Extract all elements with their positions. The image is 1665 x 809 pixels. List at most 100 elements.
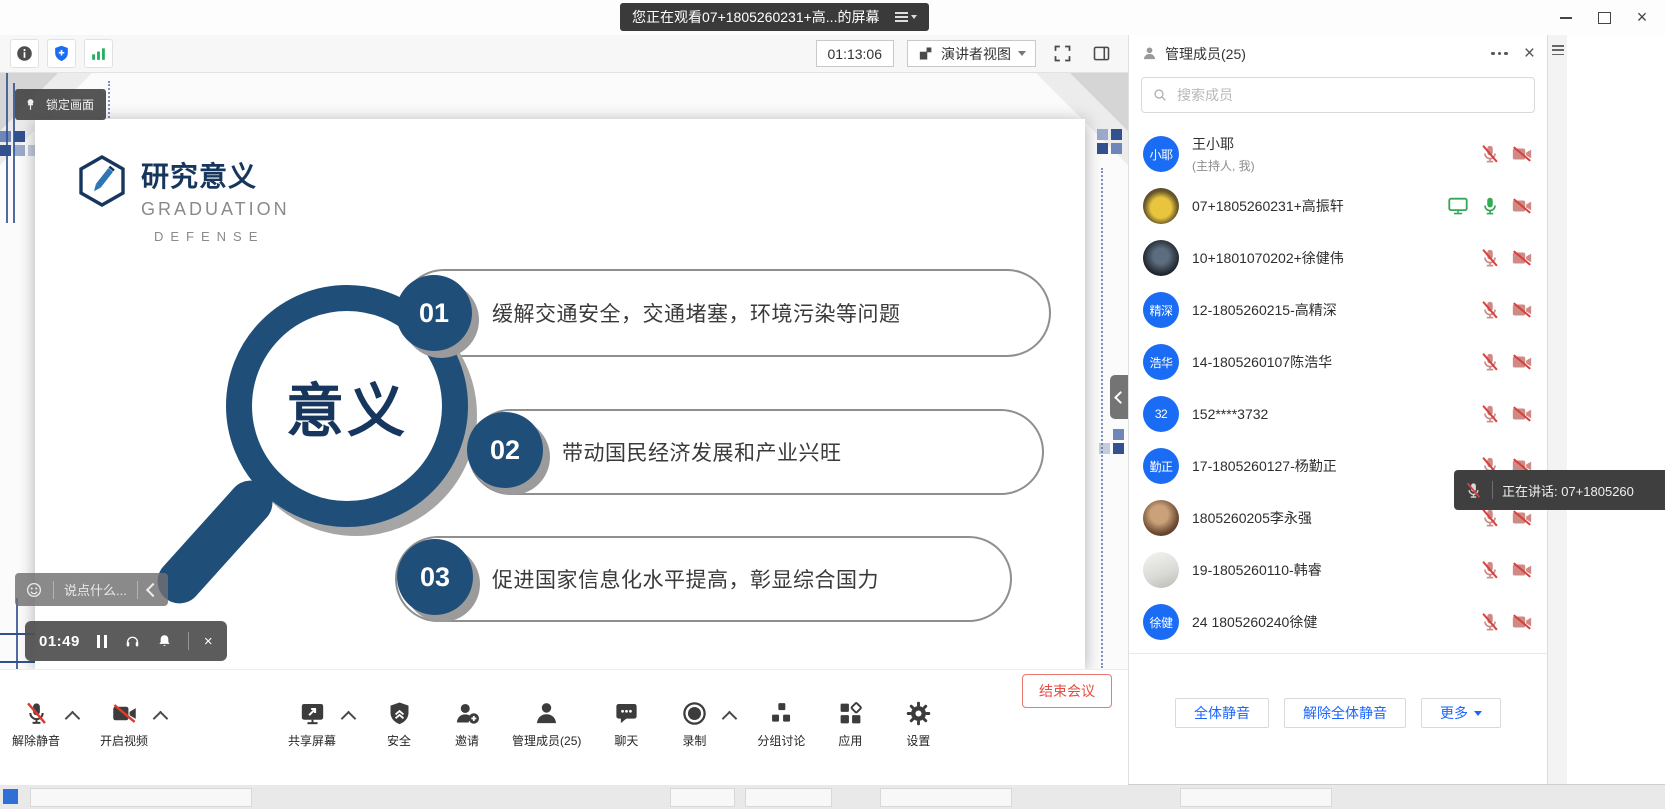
- slide-point-text: 缓解交通安全，交通堵塞，环境污染等问题: [492, 298, 901, 328]
- toolbar-item-cam-muted-dark[interactable]: 开启视频: [100, 700, 166, 749]
- mic-muted-icon: [1464, 481, 1483, 500]
- more-button[interactable]: 更多: [1421, 698, 1501, 728]
- mic-muted-icon[interactable]: [1479, 351, 1501, 373]
- screen-on-icon[interactable]: [1447, 195, 1469, 217]
- member-row[interactable]: 浩华14-1805260107陈浩华: [1129, 336, 1547, 388]
- member-name: 14-1805260107陈浩华: [1192, 352, 1479, 372]
- member-row[interactable]: 19-1805260110-韩睿: [1129, 544, 1547, 596]
- member-row[interactable]: 32152****3732: [1129, 388, 1547, 440]
- members-panel-icon: [1141, 45, 1158, 62]
- toolbar-item-chat[interactable]: 聊天: [603, 700, 649, 749]
- cam-muted-icon[interactable]: [1511, 507, 1533, 529]
- mic-muted-icon[interactable]: [1479, 611, 1501, 633]
- member-row[interactable]: 小耶王小耶(主持人, 我): [1129, 128, 1547, 180]
- member-row[interactable]: 10+1801070202+徐健伟: [1129, 232, 1547, 284]
- pause-recording-icon[interactable]: [95, 635, 109, 648]
- cam-muted-icon[interactable]: [1511, 299, 1533, 321]
- shield-icon: [386, 700, 413, 727]
- mute-all-button[interactable]: 全体静音: [1175, 698, 1269, 728]
- slide-subtitle-2: DEFENSE: [154, 229, 290, 244]
- minimize-button[interactable]: [1547, 0, 1585, 35]
- fullscreen-icon[interactable]: [1049, 41, 1075, 67]
- mic-muted-icon[interactable]: [1479, 507, 1501, 529]
- bottom-action-bar: 解除静音开启视频 共享屏幕安全邀请管理成员(25) 聊天录制 分组讨论应用设置 结束会…: [0, 669, 1128, 785]
- taskbar-item[interactable]: [1180, 788, 1332, 807]
- cam-muted-icon[interactable]: [1511, 351, 1533, 373]
- member-name: 19-1805260110-韩睿: [1192, 560, 1479, 580]
- chat-collapse-icon[interactable]: [146, 582, 160, 596]
- security-shield-button[interactable]: [47, 39, 76, 68]
- lock-view-label: 锁定画面: [46, 96, 94, 113]
- close-recording-bar-icon[interactable]: ×: [204, 633, 213, 650]
- network-signal-button[interactable]: [84, 39, 113, 68]
- breakout-icon: [768, 700, 795, 727]
- toolbar-item-breakout[interactable]: 分组讨论: [757, 700, 805, 749]
- pencil-hexagon-icon: [77, 155, 127, 244]
- mic-on-icon[interactable]: [1479, 195, 1501, 217]
- chevron-up-icon[interactable]: [153, 711, 169, 727]
- mic-muted-icon[interactable]: [1479, 143, 1501, 165]
- toolbar-item-shield[interactable]: 安全: [376, 700, 422, 749]
- gear-icon: [905, 700, 932, 727]
- chevron-up-icon[interactable]: [341, 711, 357, 727]
- cam-muted-icon[interactable]: [1511, 143, 1533, 165]
- taskbar-app-icon[interactable]: [3, 789, 18, 804]
- toolbar-item-record[interactable]: 录制: [671, 700, 735, 749]
- toolbar-item-label: 录制: [682, 732, 706, 749]
- search-members-input[interactable]: [1175, 86, 1524, 104]
- hamburger-menu-icon[interactable]: [1552, 45, 1564, 55]
- toolbar-item-gear[interactable]: 设置: [895, 700, 941, 749]
- maximize-button[interactable]: [1585, 0, 1623, 35]
- bell-icon[interactable]: [156, 633, 173, 650]
- side-panel-toggle-icon[interactable]: [1088, 41, 1114, 67]
- member-row[interactable]: 精深12-1805260215-高精深: [1129, 284, 1547, 336]
- toolbar-item-invite[interactable]: 邀请: [444, 700, 490, 749]
- cam-muted-icon[interactable]: [1511, 559, 1533, 581]
- cam-muted-icon[interactable]: [1511, 247, 1533, 269]
- view-mode-select[interactable]: 演讲者视图: [907, 40, 1036, 67]
- cam-muted-icon[interactable]: [1511, 611, 1533, 633]
- avatar: 勤正: [1143, 448, 1179, 484]
- cam-muted-dark-icon: [111, 700, 138, 727]
- title-bar: 您正在观看07+1805260231+高...的屏幕 ×: [0, 0, 1665, 35]
- toolbar-item-share-screen[interactable]: 共享屏幕: [288, 700, 354, 749]
- more-options-icon[interactable]: [1491, 52, 1508, 56]
- cam-muted-icon[interactable]: [1511, 195, 1533, 217]
- lock-view-chip[interactable]: 锁定画面: [15, 89, 106, 120]
- taskbar-item[interactable]: [30, 788, 252, 807]
- recording-bar: 01:49 ×: [25, 621, 227, 661]
- mic-muted-icon[interactable]: [1479, 559, 1501, 581]
- end-meeting-button[interactable]: 结束会议: [1022, 674, 1112, 708]
- panel-collapse-handle[interactable]: [1110, 375, 1128, 419]
- slide-point-pill: 缓解交通安全，交通堵塞，环境污染等问题: [400, 269, 1051, 357]
- speaker-view-icon: [917, 45, 934, 62]
- unmute-all-button[interactable]: 解除全体静音: [1284, 698, 1406, 728]
- search-box: [1141, 77, 1535, 113]
- member-row[interactable]: 07+1805260231+高振轩: [1129, 180, 1547, 232]
- speaking-toast: 正在讲话: 07+1805260: [1454, 470, 1665, 510]
- chevron-up-icon[interactable]: [65, 711, 81, 727]
- meeting-timer: 01:13:06: [816, 40, 895, 67]
- taskbar-item[interactable]: [880, 788, 1012, 807]
- meeting-info-button[interactable]: [10, 39, 39, 68]
- member-name: 17-1805260127-杨勤正: [1192, 456, 1479, 476]
- cam-muted-icon[interactable]: [1511, 403, 1533, 425]
- toolbar-item-apps[interactable]: 应用: [827, 700, 873, 749]
- taskbar-item[interactable]: [670, 788, 735, 807]
- mic-muted-icon[interactable]: [1479, 299, 1501, 321]
- taskbar-item[interactable]: [745, 788, 832, 807]
- mic-muted-icon[interactable]: [1479, 403, 1501, 425]
- toolbar-item-mic-muted-dark[interactable]: 解除静音: [12, 700, 78, 749]
- member-row[interactable]: 徐健24 1805260240徐健: [1129, 596, 1547, 648]
- mic-muted-icon[interactable]: [1479, 247, 1501, 269]
- chevron-up-icon[interactable]: [722, 711, 738, 727]
- mic-muted-dark-icon: [23, 700, 50, 727]
- close-panel-icon[interactable]: ×: [1524, 44, 1535, 63]
- toolbar-item-members[interactable]: 管理成员(25): [512, 700, 581, 749]
- headset-icon[interactable]: [124, 633, 141, 650]
- view-mode-label: 演讲者视图: [941, 44, 1011, 64]
- close-button[interactable]: ×: [1623, 0, 1661, 35]
- meeting-info-menu-icon[interactable]: [895, 12, 917, 22]
- quick-chat-input[interactable]: 说点什么...: [15, 573, 168, 606]
- slide-point-text: 促进国家信息化水平提高，彰显综合国力: [492, 564, 879, 594]
